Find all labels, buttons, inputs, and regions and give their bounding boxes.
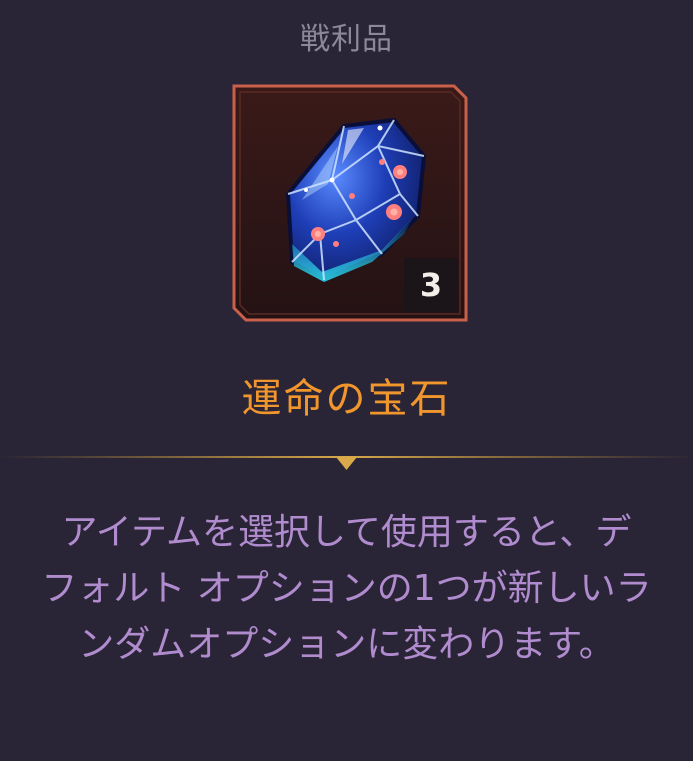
loot-panel: 戦利品 3 運命の宝石 アイテムを選択して使用すると、デ フォルト オプションの… xyxy=(0,0,693,761)
item-slot[interactable]: 3 xyxy=(232,84,468,322)
description-line: フォルト オプションの1つが新しいラ xyxy=(41,568,652,609)
panel-title: 戦利品 xyxy=(300,22,393,57)
item-description: アイテムを選択して使用すると、デ フォルト オプションの1つが新しいラ ンダムオ… xyxy=(30,505,663,673)
quantity-badge: 3 xyxy=(404,258,458,312)
description-line: ンダムオプションに変わります。 xyxy=(78,624,615,665)
description-line: アイテムを選択して使用すると、デ xyxy=(61,512,632,553)
item-name: 運命の宝石 xyxy=(241,376,452,422)
quantity-label: 3 xyxy=(419,266,443,304)
section-divider xyxy=(0,456,693,470)
